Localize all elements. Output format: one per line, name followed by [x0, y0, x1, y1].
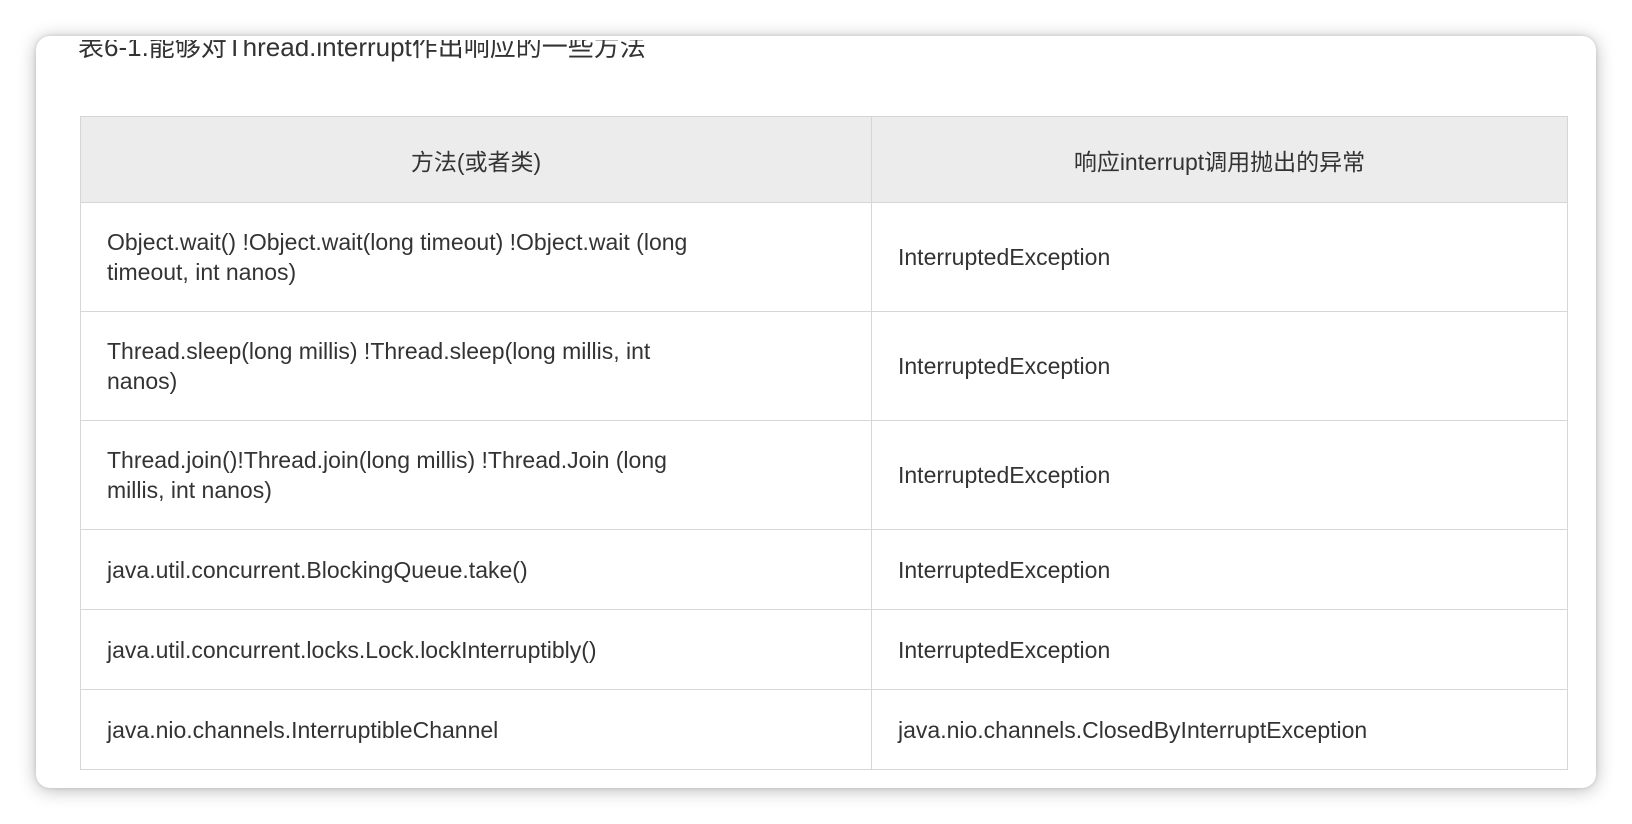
table-row: java.nio.channels.InterruptibleChannel j… [80, 689, 1568, 770]
page: 表6-1.能够对Thread.interrupt作出响应的一些方法 方法(或者类… [0, 0, 1632, 824]
interrupt-methods-table: 方法(或者类) 响应interrupt调用抛出的异常 Object.wait()… [80, 116, 1568, 770]
exception-cell: InterruptedException [871, 529, 1568, 610]
method-cell: Object.wait() !Object.wait(long timeout)… [80, 202, 872, 312]
method-cell: Thread.join()!Thread.join(long millis) !… [80, 420, 872, 530]
method-text: java.nio.channels.InterruptibleChannel [107, 716, 499, 743]
exception-cell: InterruptedException [871, 420, 1568, 530]
exception-cell: InterruptedException [871, 202, 1568, 312]
method-cell: java.nio.channels.InterruptibleChannel [80, 689, 872, 770]
column-header-method: 方法(或者类) [80, 116, 872, 203]
method-text: Object.wait() !Object.wait(long timeout)… [107, 229, 688, 285]
exception-cell: java.nio.channels.ClosedByInterruptExcep… [871, 689, 1568, 770]
table-row: java.util.concurrent.BlockingQueue.take(… [80, 529, 1568, 610]
method-text: java.util.concurrent.BlockingQueue.take(… [107, 556, 528, 583]
method-cell: java.util.concurrent.BlockingQueue.take(… [80, 529, 872, 610]
method-text: Thread.sleep(long millis) !Thread.sleep(… [107, 338, 651, 394]
method-text: Thread.join()!Thread.join(long millis) !… [107, 447, 667, 503]
table-caption-text: 表6-1.能够对Thread.interrupt作出响应的一些方法 [78, 40, 646, 62]
table-row: java.util.concurrent.locks.Lock.lockInte… [80, 609, 1568, 690]
table-row: Thread.sleep(long millis) !Thread.sleep(… [80, 311, 1568, 421]
table-row: Thread.join()!Thread.join(long millis) !… [80, 420, 1568, 530]
table-caption: 表6-1.能够对Thread.interrupt作出响应的一些方法 [78, 40, 646, 74]
table-row: Object.wait() !Object.wait(long timeout)… [80, 202, 1568, 312]
method-text: java.util.concurrent.locks.Lock.lockInte… [107, 636, 597, 663]
exception-cell: InterruptedException [871, 311, 1568, 421]
method-cell: java.util.concurrent.locks.Lock.lockInte… [80, 609, 872, 690]
method-cell: Thread.sleep(long millis) !Thread.sleep(… [80, 311, 872, 421]
column-header-exception: 响应interrupt调用抛出的异常 [871, 116, 1568, 203]
exception-cell: InterruptedException [871, 609, 1568, 690]
table-header-row: 方法(或者类) 响应interrupt调用抛出的异常 [80, 116, 1568, 203]
